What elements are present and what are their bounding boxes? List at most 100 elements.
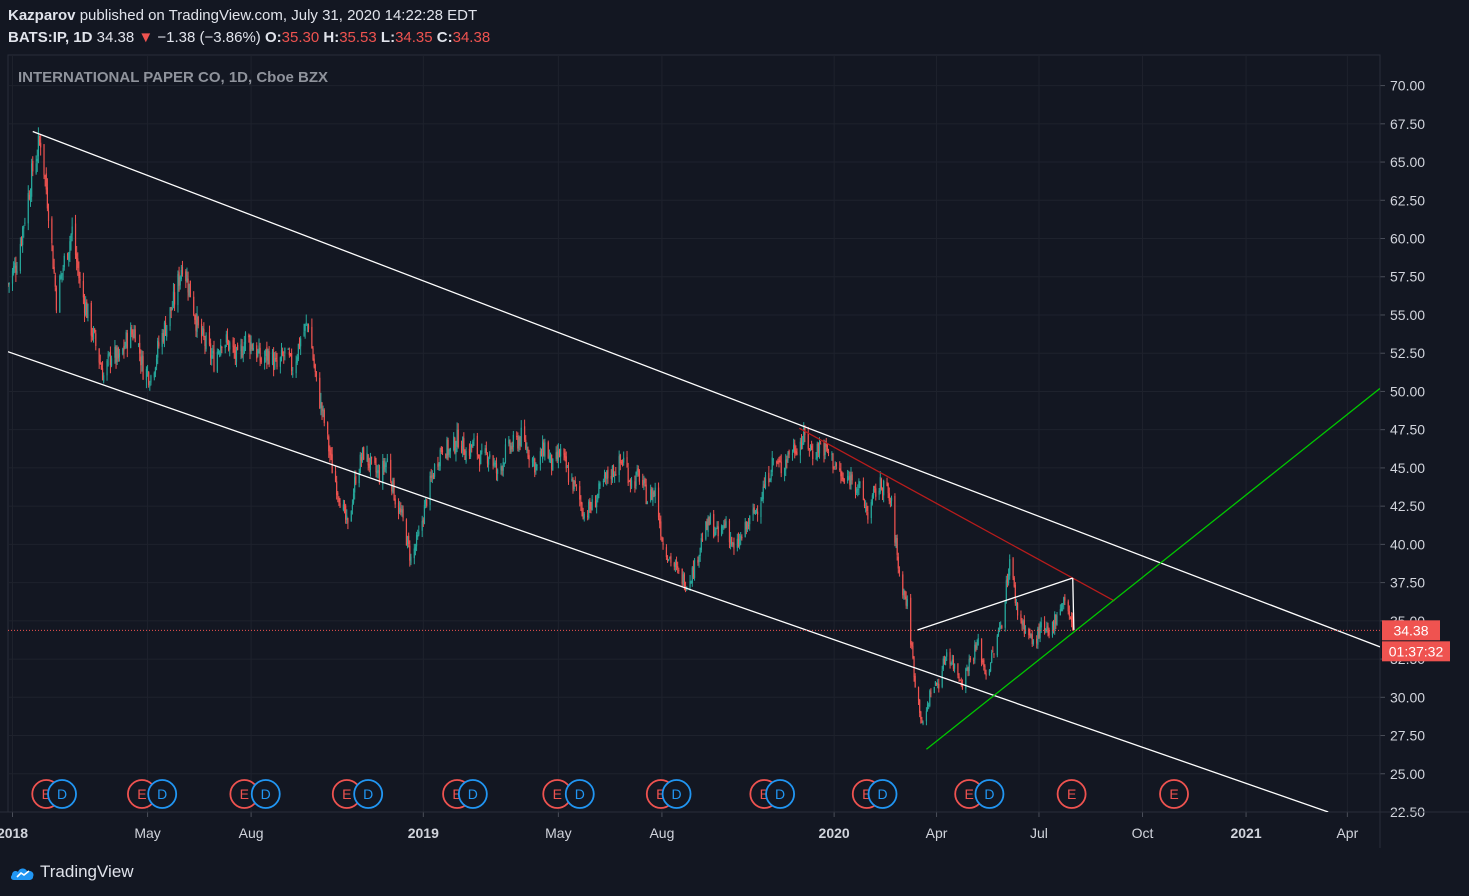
candle-body — [787, 452, 789, 461]
candle-body — [449, 448, 451, 452]
candle-body — [217, 351, 220, 354]
candle-body — [597, 493, 599, 500]
candle-body — [660, 521, 662, 537]
candle-body — [320, 400, 322, 409]
price-chart[interactable]: 70.00 67.50 65.00 62.50 60.00 57.50 55.00 52.50… — [0, 0, 1469, 856]
earnings-marker-label: E — [342, 786, 351, 802]
candle-body — [193, 296, 195, 316]
candle-body — [952, 659, 955, 669]
y-tick-label: 57.50 — [1390, 269, 1425, 285]
candle-body — [881, 490, 884, 494]
candle-body — [19, 243, 21, 271]
candle-body — [818, 444, 821, 454]
candle-body — [114, 346, 116, 358]
y-tick-label: 27.50 — [1390, 728, 1425, 744]
candle-body — [337, 492, 339, 496]
candle-body — [784, 467, 786, 476]
candle-body — [1043, 621, 1046, 630]
candle-body — [1062, 605, 1064, 607]
candle-body — [560, 448, 562, 457]
candle-body — [409, 545, 411, 561]
y-tick-label: 55.00 — [1390, 307, 1425, 323]
candle-body — [628, 481, 630, 483]
candle-body — [708, 517, 710, 526]
y-tick-label: 65.00 — [1390, 154, 1425, 170]
candle-body — [898, 569, 901, 573]
y-tick-label: 37.50 — [1390, 575, 1425, 591]
candle-body — [912, 645, 914, 658]
candle-body — [1004, 602, 1006, 628]
candle-body — [258, 345, 260, 354]
candle-body — [46, 187, 48, 209]
tradingview-logo-icon[interactable] — [10, 864, 36, 882]
candle-body — [950, 663, 952, 665]
candle-body — [627, 468, 629, 484]
candle-body — [142, 356, 144, 380]
candle-body — [870, 502, 872, 519]
candle-body — [650, 489, 652, 501]
candle-body — [1009, 559, 1011, 576]
candle-body — [29, 195, 32, 201]
candle-body — [123, 346, 125, 351]
candle-body — [71, 226, 73, 235]
candle-body — [327, 422, 329, 434]
candle-body — [418, 531, 420, 535]
candle-body — [591, 499, 593, 510]
candle-body — [279, 357, 281, 367]
candle-body — [296, 357, 298, 363]
candle-body — [791, 453, 794, 455]
candle-body — [938, 683, 940, 689]
brand-name[interactable]: TradingView — [40, 862, 134, 882]
candle-body — [126, 332, 128, 349]
candle-body — [232, 340, 234, 348]
candle-body — [8, 282, 10, 285]
candle-body — [1031, 634, 1033, 645]
candle-body — [354, 477, 356, 493]
candle-body — [493, 462, 495, 466]
candle-body — [642, 479, 644, 486]
candle-body — [69, 241, 71, 254]
candle-body — [202, 327, 204, 335]
candle-body — [788, 450, 790, 455]
y-tick-label: 60.00 — [1390, 231, 1425, 247]
candle-body — [250, 342, 252, 352]
candle-body — [283, 355, 285, 357]
candle-body — [724, 523, 726, 526]
candle-body — [338, 497, 340, 503]
candle-body — [1051, 621, 1054, 636]
channel-upper-line — [32, 130, 1380, 648]
candle-body — [266, 347, 268, 361]
candle-body — [1054, 614, 1056, 630]
candle-body — [606, 470, 608, 480]
candle-body — [673, 562, 675, 567]
candle-body — [746, 522, 749, 530]
candle-body — [307, 325, 310, 330]
candle-body — [95, 333, 97, 346]
candle-body — [826, 444, 828, 451]
candle-body — [728, 520, 731, 543]
candle-body — [535, 463, 537, 471]
candle-body — [665, 547, 668, 558]
candle-body — [636, 469, 638, 475]
y-tick-label: 62.50 — [1390, 192, 1425, 208]
candle-body — [343, 505, 346, 508]
candle-body — [439, 449, 441, 467]
candle-body — [701, 539, 704, 541]
candle-body — [22, 227, 24, 246]
candle-body — [462, 436, 464, 451]
candle-body — [796, 452, 798, 455]
candle-body — [453, 436, 455, 451]
candle-body — [966, 668, 968, 670]
candle-body — [367, 454, 369, 466]
candle-body — [1032, 640, 1034, 645]
candle-body — [196, 314, 198, 332]
candle-body — [502, 462, 504, 471]
candle-body — [455, 448, 457, 455]
candle-body — [542, 441, 544, 459]
candle-body — [390, 459, 392, 482]
dividend-marker-label: D — [775, 786, 785, 802]
candle-body — [98, 348, 100, 363]
candle-body — [235, 347, 238, 362]
candle-body — [426, 499, 428, 506]
candle-body — [446, 439, 448, 459]
